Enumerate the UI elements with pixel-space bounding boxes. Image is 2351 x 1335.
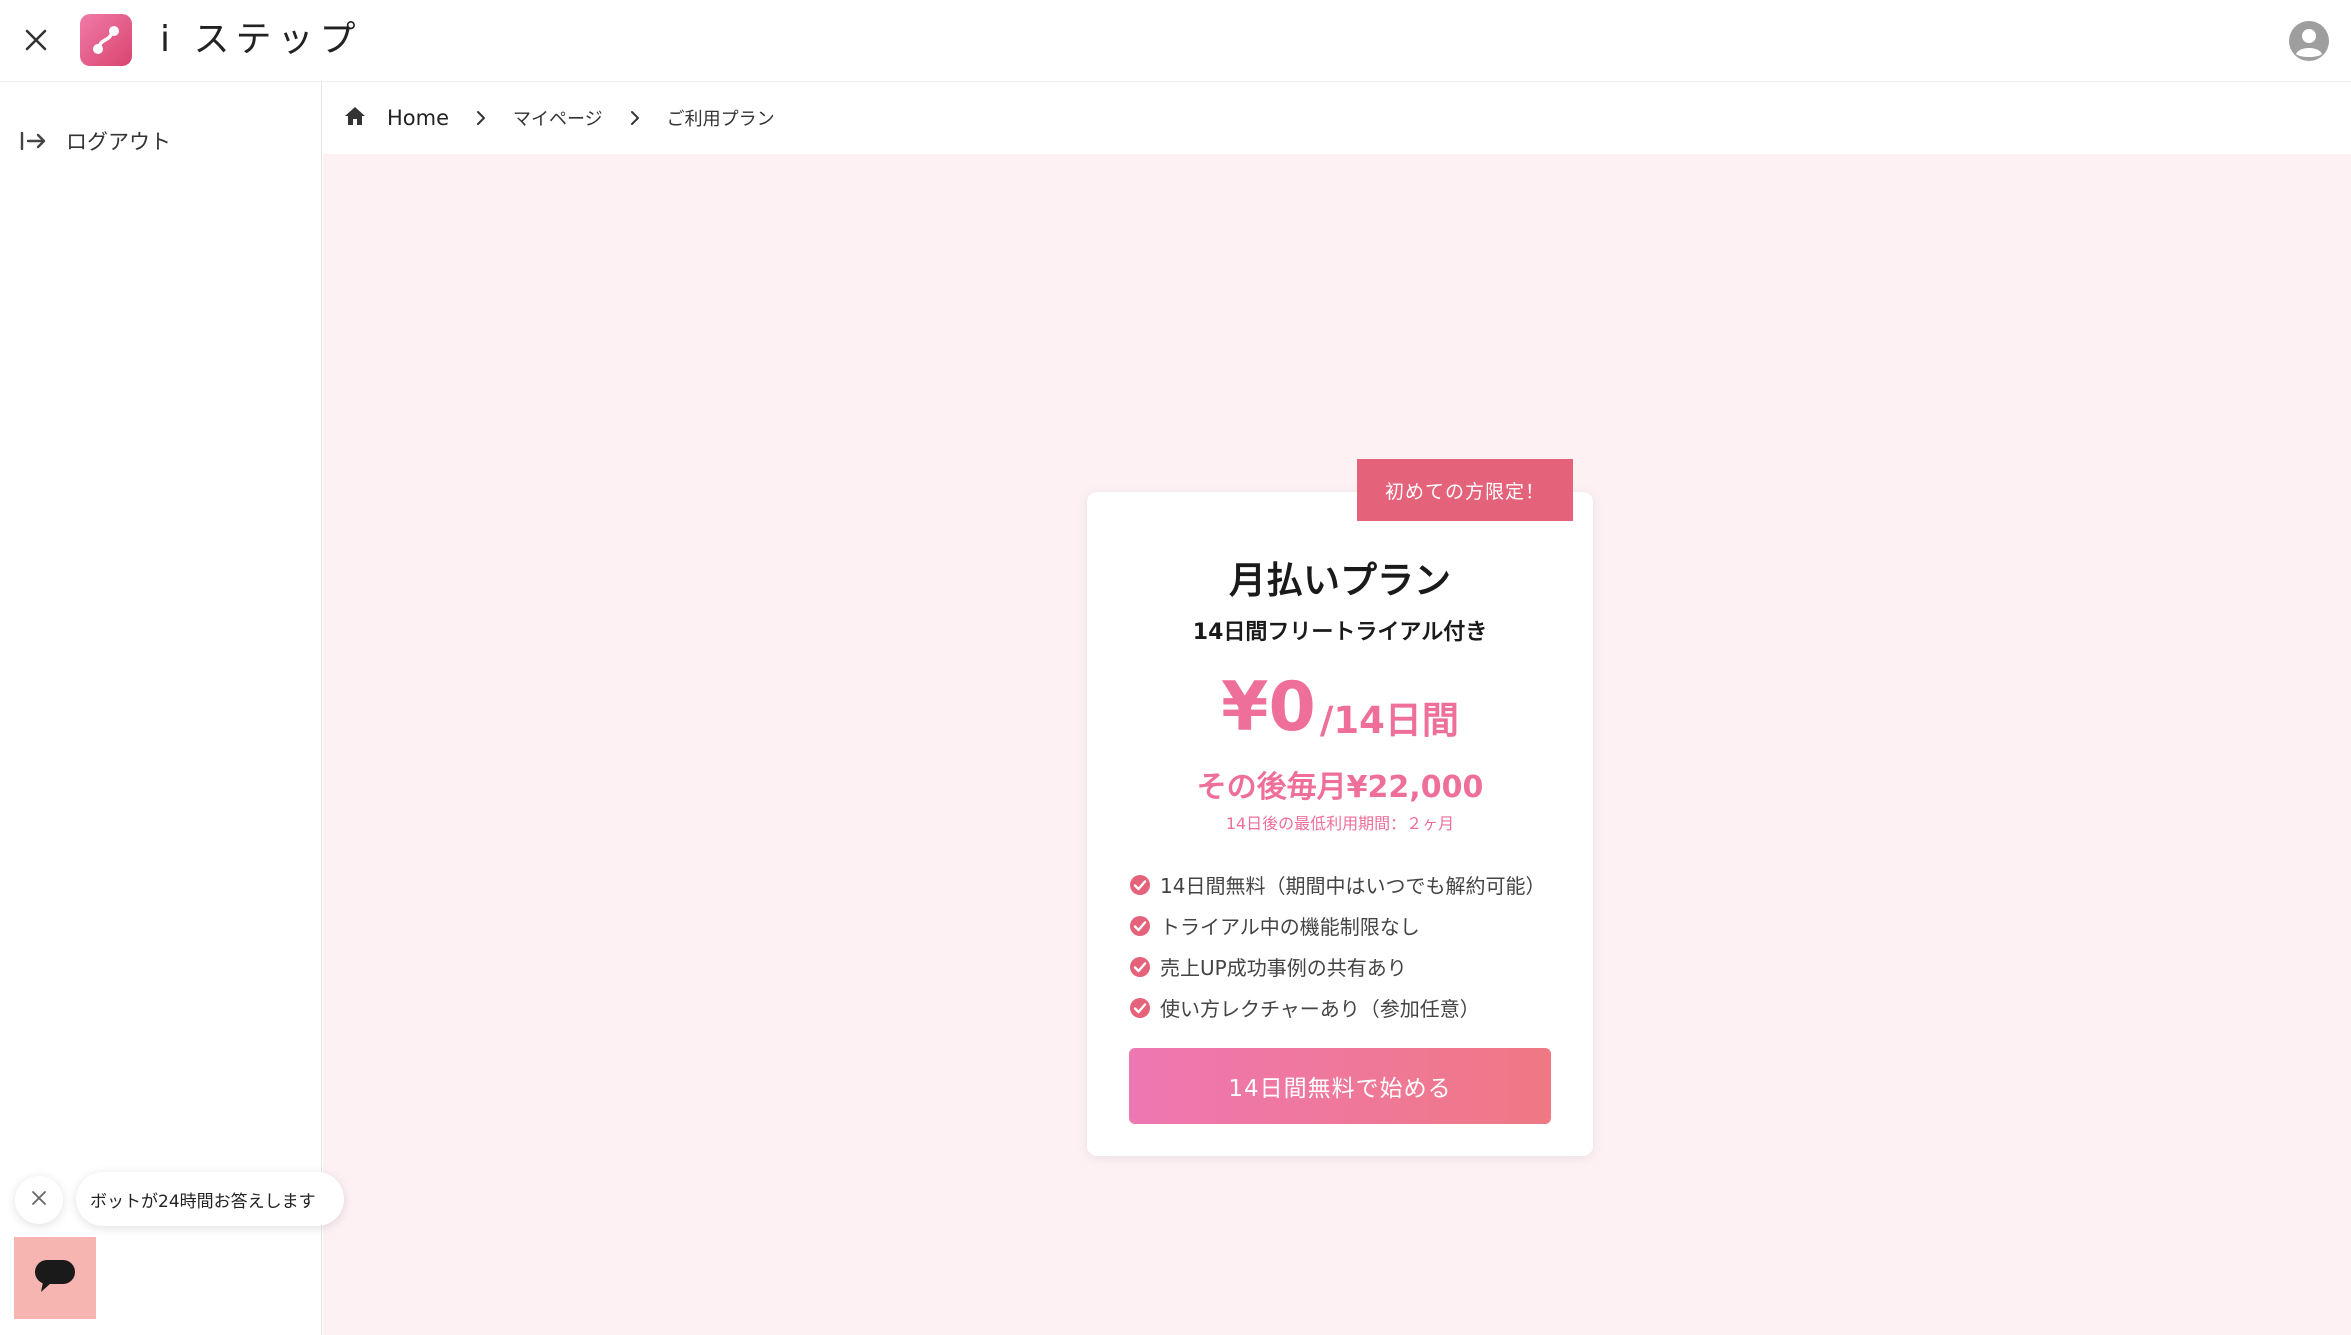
check-circle-icon — [1129, 997, 1151, 1019]
sidebar: ログアウト — [0, 82, 322, 1335]
feature-text: トライアル中の機能制限なし — [1160, 915, 1420, 939]
check-circle-icon — [1129, 956, 1151, 978]
app-logo — [80, 14, 132, 66]
feature-text: 14日間無料（期間中はいつでも解約可能） — [1160, 874, 1546, 898]
chat-launcher-button[interactable] — [14, 1237, 96, 1319]
user-avatar-icon[interactable] — [2288, 20, 2330, 62]
chat-icon — [33, 1256, 77, 1300]
feature-item: 使い方レクチャーあり（参加任意） — [1129, 987, 1545, 1028]
app-title: i ステップ — [160, 19, 362, 60]
logout-label: ログアウト — [66, 130, 171, 154]
feature-item: 売上UP成功事例の共有あり — [1129, 946, 1545, 987]
feature-text: 売上UP成功事例の共有あり — [1160, 956, 1407, 980]
breadcrumb-current-plan: ご利用プラン — [666, 109, 775, 130]
logout-arrow-icon — [18, 126, 48, 156]
chevron-right-icon — [471, 108, 491, 128]
plan-after-price: その後毎月¥22,000 — [1196, 770, 1484, 805]
plan-subtitle: 14日間フリートライアル付き — [1192, 620, 1488, 645]
check-circle-icon — [1129, 874, 1151, 896]
feature-item: 14日間無料（期間中はいつでも解約可能） — [1129, 864, 1545, 905]
chat-dismiss-button[interactable] — [15, 1176, 63, 1224]
plan-min-period-note: 14日後の最低利用期間：２ヶ月 — [1225, 814, 1455, 833]
breadcrumb-home[interactable]: Home — [387, 106, 449, 130]
plan-card: 月払いプラン 14日間フリートライアル付き ¥0 /14日間 その後毎月¥22,… — [1087, 492, 1593, 1156]
feature-text: 使い方レクチャーあり（参加任意） — [1160, 997, 1480, 1021]
feature-list: 14日間無料（期間中はいつでも解約可能） トライアル中の機能制限なし 売上UP成… — [1129, 864, 1545, 1028]
logout-button[interactable]: ログアウト — [18, 126, 171, 156]
chat-bubble[interactable]: ボットが24時間お答えします — [76, 1172, 344, 1226]
app-header: i ステップ — [0, 0, 2351, 82]
first-time-badge: 初めての方限定！ — [1357, 459, 1573, 521]
main-content: 月払いプラン 14日間フリートライアル付き ¥0 /14日間 その後毎月¥22,… — [323, 154, 2351, 1335]
check-circle-icon — [1129, 915, 1151, 937]
chevron-right-icon — [625, 108, 645, 128]
start-free-trial-button[interactable]: 14日間無料で始める — [1129, 1048, 1551, 1124]
breadcrumb-mypage[interactable]: マイページ — [513, 105, 603, 131]
close-icon — [30, 1189, 48, 1211]
close-icon[interactable] — [18, 22, 54, 58]
plan-price: ¥0 — [1221, 668, 1316, 747]
price-row: ¥0 /14日間 — [1087, 670, 1593, 746]
plan-title: 月払いプラン — [1229, 559, 1451, 602]
feature-item: トライアル中の機能制限なし — [1129, 905, 1545, 946]
plan-price-period: /14日間 — [1319, 699, 1459, 742]
breadcrumb: Home マイページ ご利用プラン — [323, 82, 2351, 154]
home-icon[interactable] — [343, 104, 367, 132]
